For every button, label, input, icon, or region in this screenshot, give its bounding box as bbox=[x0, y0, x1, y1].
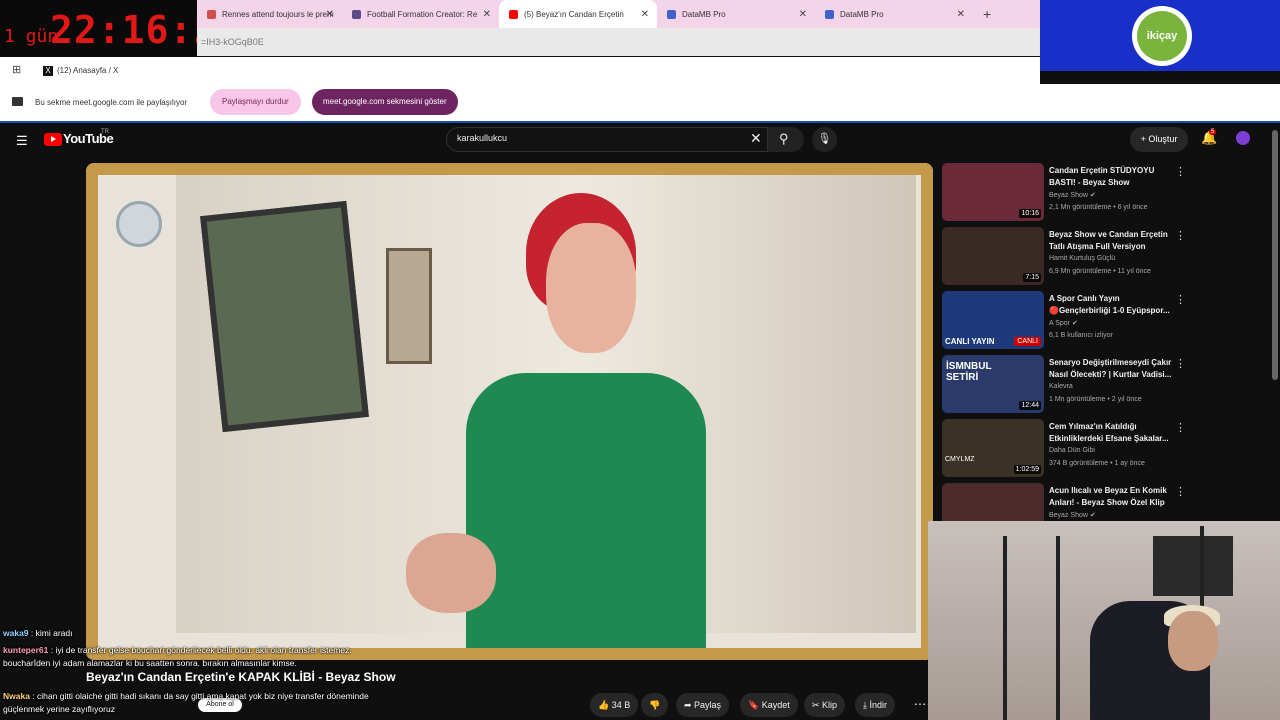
more-icon[interactable]: ⋮ bbox=[1175, 165, 1186, 178]
more-icon[interactable]: ⋮ bbox=[1175, 293, 1186, 306]
video-title: Beyaz'ın Candan Erçetin'e KAPAK KLİBİ - … bbox=[86, 670, 396, 684]
clear-icon[interactable]: ✕ bbox=[750, 130, 762, 147]
x-logo-icon: X bbox=[43, 66, 53, 76]
video-thumbnail[interactable]: CANLI YAYIN CANLI bbox=[942, 291, 1044, 349]
clip-button[interactable]: ✂ Klip bbox=[804, 693, 846, 717]
create-button[interactable]: + Oluştur bbox=[1130, 127, 1188, 152]
tab-football-formation[interactable]: Football Formation Creator: Re ✕ bbox=[342, 0, 499, 28]
tab-close-icon[interactable]: ✕ bbox=[957, 9, 965, 20]
tab-datamb-1[interactable]: DataMB Pro ✕ bbox=[657, 0, 815, 28]
brand-logo-overlay: ikiçay bbox=[1040, 0, 1280, 71]
address-text: =IH3-kOGqB0E bbox=[201, 37, 264, 47]
page-scrollbar[interactable] bbox=[1272, 130, 1278, 380]
dislike-button[interactable]: 👎 bbox=[641, 693, 669, 717]
new-tab-button[interactable]: + bbox=[983, 6, 991, 22]
tab-rennes[interactable]: Rennes attend toujours le prem ✕ bbox=[197, 0, 342, 28]
tab-close-icon[interactable]: ✕ bbox=[641, 9, 649, 20]
more-actions-icon[interactable]: ⋯ bbox=[914, 697, 926, 711]
ikicay-logo: ikiçay bbox=[1132, 6, 1192, 66]
recommendation-item[interactable]: CANLI YAYIN CANLI A Spor Canlı Yayın 🔴Ge… bbox=[942, 291, 1192, 351]
video-thumbnail[interactable]: 10:16 bbox=[942, 163, 1044, 221]
verified-icon: ✔ bbox=[1071, 320, 1078, 327]
video-thumbnail[interactable]: İSMNBUL SETİRİ 12:44 bbox=[942, 355, 1044, 413]
sharing-message: Bu sekme meet.google.com ile paylaşılıyo… bbox=[35, 98, 188, 107]
mic-icon[interactable]: 🎙 bbox=[812, 127, 837, 152]
stop-sharing-button[interactable]: Paylaşmayı durdur bbox=[210, 89, 301, 115]
address-bar[interactable]: =IH3-kOGqB0E bbox=[197, 28, 1040, 56]
chalkboard bbox=[1153, 536, 1233, 596]
video-thumbnail[interactable]: 7:15 bbox=[942, 227, 1044, 285]
video-player[interactable] bbox=[86, 163, 933, 660]
like-button[interactable]: 👍 34 B bbox=[590, 693, 639, 717]
decorative-frame bbox=[86, 163, 933, 660]
video-thumbnail[interactable]: CMYLMZ 1:02:59 bbox=[942, 419, 1044, 477]
chat-message: waka9 : kimi aradı bbox=[3, 628, 73, 638]
tab-favicon-icon bbox=[667, 9, 676, 19]
verified-icon: ✔ bbox=[1089, 192, 1096, 199]
hamburger-menu-icon[interactable]: ☰ bbox=[16, 133, 28, 149]
countdown-timer: 1 gün 22:16:54 bbox=[0, 0, 240, 57]
save-button[interactable]: 🔖 Kaydet bbox=[740, 693, 798, 717]
bookmark-x-home[interactable]: (12) Anasayfa / X bbox=[57, 66, 118, 75]
chat-message: kunteper61 : iyi de transfer gelse bouch… bbox=[3, 645, 352, 668]
avatar[interactable] bbox=[1236, 131, 1250, 145]
more-icon[interactable]: ⋮ bbox=[1175, 485, 1186, 498]
recommendation-item[interactable]: 7:15 Beyaz Show ve Candan Erçetin Tatlı … bbox=[942, 227, 1192, 287]
youtube-logo-icon[interactable] bbox=[44, 133, 62, 146]
search-button[interactable]: ⚲ bbox=[768, 127, 804, 152]
apps-grid-icon[interactable]: ⊞ bbox=[12, 65, 22, 76]
browser-tab-bar: Rennes attend toujours le prem ✕ Footbal… bbox=[197, 0, 1040, 28]
search-icon: ⚲ bbox=[779, 131, 789, 146]
share-icon: ➦ bbox=[684, 700, 695, 710]
recommendation-item[interactable]: CMYLMZ 1:02:59 Cem Yılmaz'ın Katıldığı E… bbox=[942, 419, 1192, 479]
tab-sharing-bar: Bu sekme meet.google.com ile paylaşılıyo… bbox=[0, 84, 1280, 123]
show-meet-tab-button[interactable]: meet.google.com sekmesini göster bbox=[312, 89, 458, 115]
tab-favicon-icon bbox=[825, 9, 834, 19]
scissors-icon: ✂ bbox=[812, 700, 823, 710]
recommendation-item[interactable]: 10:16 Candan Erçetin STÜDYOYU BASTI! - B… bbox=[942, 163, 1192, 223]
dislike-icon: 👎 bbox=[649, 700, 661, 710]
search-box bbox=[446, 127, 768, 152]
like-icon: 👍 bbox=[598, 700, 612, 710]
tab-close-icon[interactable]: ✕ bbox=[326, 9, 334, 20]
recommendations-list: 10:16 Candan Erçetin STÜDYOYU BASTI! - B… bbox=[942, 163, 1192, 521]
tab-datamb-2[interactable]: DataMB Pro ✕ bbox=[815, 0, 973, 28]
more-icon[interactable]: ⋮ bbox=[1175, 421, 1186, 434]
more-icon[interactable]: ⋮ bbox=[1175, 229, 1186, 242]
video-thumbnail[interactable] bbox=[942, 483, 1044, 521]
youtube-header: ☰ YouTube TR ✕ ⚲ 🎙 + Oluştur 🔔 5 bbox=[0, 123, 1280, 159]
tab-close-icon[interactable]: ✕ bbox=[799, 9, 807, 20]
search-input[interactable] bbox=[455, 132, 739, 144]
tab-favicon-icon bbox=[352, 9, 361, 19]
bookmarks-bar: ⊞ X (12) Anasayfa / X bbox=[0, 57, 1040, 84]
cast-icon bbox=[12, 97, 23, 106]
recommendation-item[interactable]: İSMNBUL SETİRİ 12:44 Senaryo Değiştirilm… bbox=[942, 355, 1192, 415]
webcam-overlay bbox=[928, 521, 1280, 720]
youtube-favicon-icon bbox=[509, 9, 518, 19]
tab-favicon-icon bbox=[207, 9, 216, 19]
tab-youtube-active[interactable]: (5) Beyaz'ın Candan Erçetin ✕ bbox=[499, 0, 657, 28]
verified-icon: ✔ bbox=[1089, 512, 1096, 519]
tab-close-icon[interactable]: ✕ bbox=[483, 9, 491, 20]
recommendation-item[interactable]: Acun Ilıcalı ve Beyaz En Komik Anları! -… bbox=[942, 483, 1192, 521]
chat-message: Nwaka : cihan gitti olaiche gitti hadi s… bbox=[3, 691, 369, 714]
region-code: TR bbox=[101, 129, 109, 135]
download-button[interactable]: ⤓ İndir bbox=[855, 693, 895, 717]
more-icon[interactable]: ⋮ bbox=[1175, 357, 1186, 370]
bookmark-icon: 🔖 bbox=[748, 700, 762, 710]
share-button[interactable]: ➦ Paylaş bbox=[676, 693, 730, 717]
